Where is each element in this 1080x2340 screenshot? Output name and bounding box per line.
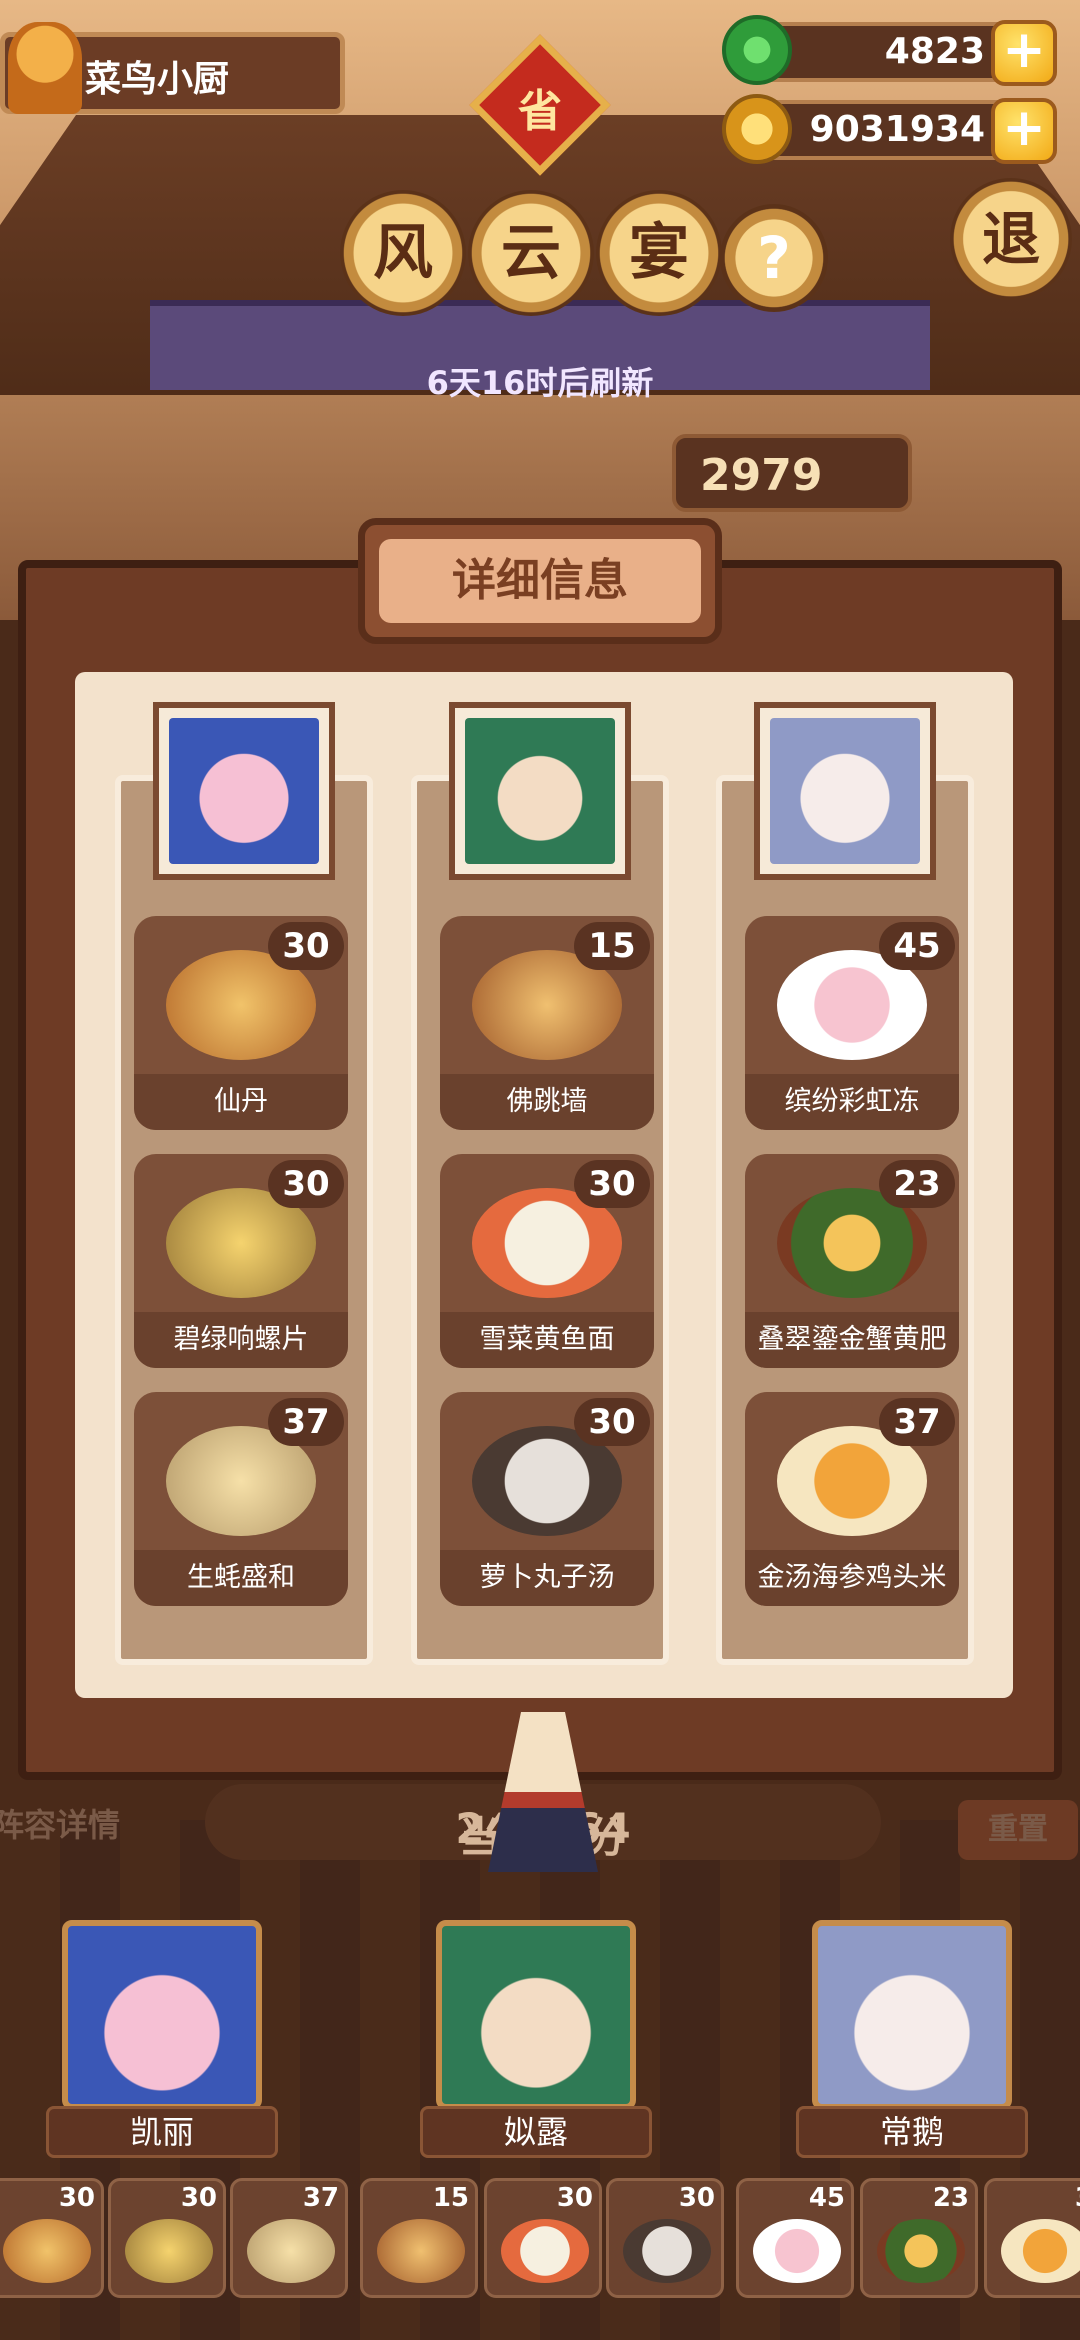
slot-score: 37 — [302, 2183, 339, 2213]
dish-name: 雪菜黄鱼面 — [440, 1312, 654, 1368]
dish-card[interactable]: 45 缤纷彩虹冻 — [745, 916, 959, 1130]
change-portrait-image — [770, 718, 920, 864]
slot-score: 15 — [432, 2183, 469, 2213]
lineup-details-tab[interactable]: 阵容详情 — [0, 1800, 120, 1846]
slot-dish-image — [753, 2219, 841, 2283]
coin-icon — [722, 94, 792, 164]
coin-amount: 9031934 — [809, 109, 985, 150]
score-plate-value: 2979 — [700, 450, 823, 501]
dish-slot[interactable]: 23 — [860, 2178, 978, 2298]
player-avatar-icon[interactable] — [8, 22, 82, 114]
dish-name: 仙丹 — [134, 1074, 348, 1130]
dish-score-badge: 23 — [879, 1160, 955, 1208]
detail-panel-header: 详细信息 — [358, 518, 722, 644]
event-title-char-2: 云 — [468, 190, 594, 316]
slot-dish-image — [247, 2219, 335, 2283]
kaili-portrait-image — [169, 718, 319, 864]
dish-score-badge: 37 — [879, 1398, 955, 1446]
dish-score-badge: 30 — [268, 922, 344, 970]
dish-score-badge: 30 — [574, 1398, 650, 1446]
slot-score: 30 — [556, 2183, 593, 2213]
dish-card[interactable]: 30 雪菜黄鱼面 — [440, 1154, 654, 1368]
dish-score-badge: 45 — [879, 922, 955, 970]
dish-name: 金汤海参鸡头米 — [745, 1550, 959, 1606]
dish-score-badge: 37 — [268, 1398, 344, 1446]
reset-button[interactable]: 重置 — [958, 1800, 1078, 1860]
slot-score: 23 — [932, 2183, 969, 2213]
slot-dish-image — [623, 2219, 711, 2283]
portrait-kaili — [153, 702, 335, 880]
help-button[interactable]: ? — [720, 204, 828, 312]
slot-score: 30 — [180, 2183, 217, 2213]
add-coin-button[interactable]: + — [991, 98, 1057, 164]
dish-card[interactable]: 30 仙丹 — [134, 916, 348, 1130]
dish-slot[interactable]: 45 — [736, 2178, 854, 2298]
slot-dish-image — [377, 2219, 465, 2283]
dish-name: 叠翠鎏金蟹黄肥 — [745, 1312, 959, 1368]
silu-portrait-image — [465, 718, 615, 864]
jade-icon — [722, 15, 792, 85]
province-badge-label: 省 — [518, 86, 562, 137]
dish-slot[interactable]: 3 — [984, 2178, 1080, 2298]
dish-slot[interactable]: 30 — [108, 2178, 226, 2298]
portrait-change — [754, 702, 936, 880]
score-plate: 2979 — [672, 434, 912, 512]
slot-dish-image — [3, 2219, 91, 2283]
slot-score: 30 — [58, 2183, 95, 2213]
detail-panel-title: 详细信息 — [379, 539, 701, 623]
slot-dish-image — [1001, 2219, 1080, 2283]
dish-card[interactable]: 30 萝卜丸子汤 — [440, 1392, 654, 1606]
portrait-silu — [449, 702, 631, 880]
slot-dish-image — [125, 2219, 213, 2283]
dish-slot[interactable]: 30 — [606, 2178, 724, 2298]
character-card-change[interactable] — [812, 1920, 1012, 2110]
character-card-kaili[interactable] — [62, 1920, 262, 2110]
character-name-change: 常鹅 — [796, 2106, 1028, 2158]
refresh-countdown: 6天16时后刷新 — [426, 364, 654, 402]
dish-card[interactable]: 15 佛跳墙 — [440, 916, 654, 1130]
dish-slot[interactable]: 15 — [360, 2178, 478, 2298]
dish-score-badge: 30 — [574, 1160, 650, 1208]
slot-dish-image — [877, 2219, 965, 2283]
jade-amount: 4823 — [884, 31, 985, 72]
dish-name: 萝卜丸子汤 — [440, 1550, 654, 1606]
slot-score: 45 — [808, 2183, 845, 2213]
player-name: 菜鸟小厨 — [85, 59, 230, 100]
slot-dish-image — [501, 2219, 589, 2283]
dish-name: 生蚝盛和 — [134, 1550, 348, 1606]
dish-score-badge: 15 — [574, 922, 650, 970]
dish-card[interactable]: 37 金汤海参鸡头米 — [745, 1392, 959, 1606]
dish-slot[interactable]: 30 — [0, 2178, 104, 2298]
dish-name: 碧绿响螺片 — [134, 1312, 348, 1368]
dish-card[interactable]: 30 碧绿响螺片 — [134, 1154, 348, 1368]
slot-score: 30 — [678, 2183, 715, 2213]
dish-score-badge: 30 — [268, 1160, 344, 1208]
character-name-silu: 姒露 — [420, 2106, 652, 2158]
dish-slot[interactable]: 37 — [230, 2178, 348, 2298]
dish-card[interactable]: 37 生蚝盛和 — [134, 1392, 348, 1606]
dish-slot[interactable]: 30 — [484, 2178, 602, 2298]
dish-name: 缤纷彩虹冻 — [745, 1074, 959, 1130]
character-card-silu[interactable] — [436, 1920, 636, 2110]
add-jade-button[interactable]: + — [991, 20, 1057, 86]
event-title-char-1: 风 — [340, 190, 466, 316]
character-name-kaili: 凯丽 — [46, 2106, 278, 2158]
event-title-char-3: 宴 — [596, 190, 722, 316]
dish-card[interactable]: 23 叠翠鎏金蟹黄肥 — [745, 1154, 959, 1368]
dish-name: 佛跳墙 — [440, 1074, 654, 1130]
slot-score: 3 — [1075, 2183, 1080, 2213]
exit-button[interactable]: 退 — [950, 178, 1072, 300]
